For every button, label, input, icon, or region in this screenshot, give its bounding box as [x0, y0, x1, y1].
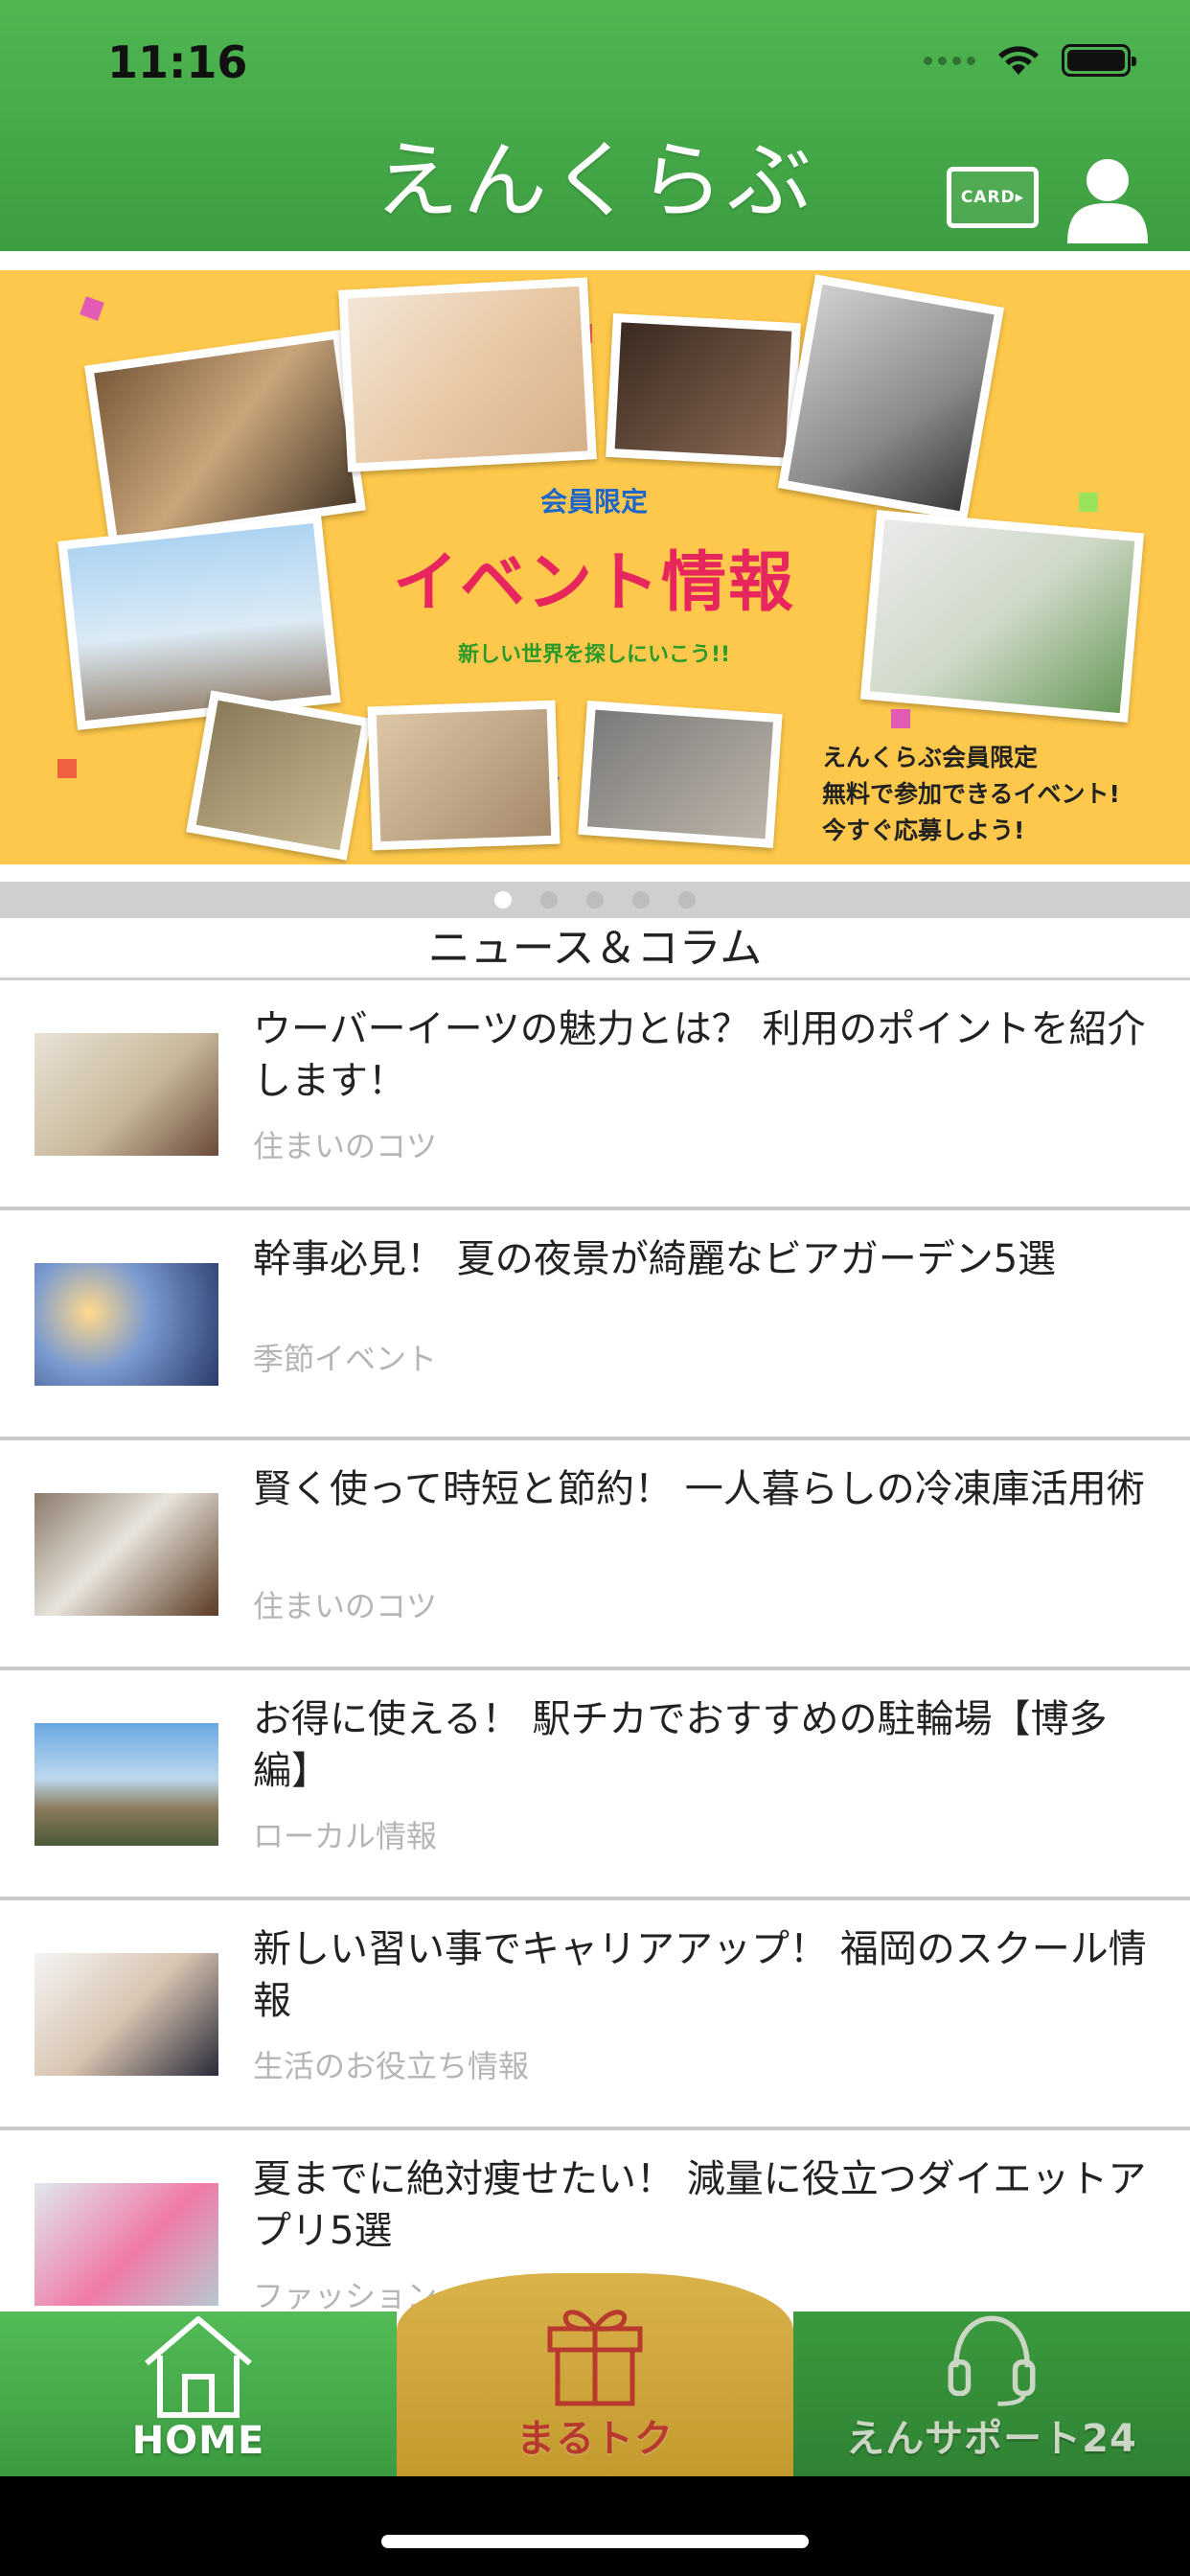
gift-icon: [547, 2310, 643, 2406]
news-item[interactable]: お得に使える！ 駅チカでおすすめの駐輪場【博多編】 ローカル情報: [0, 1670, 1190, 1900]
page-dot[interactable]: [540, 891, 558, 908]
battery-icon: [1062, 44, 1136, 77]
page-dot[interactable]: [586, 891, 604, 908]
page-dot[interactable]: [632, 891, 650, 908]
user-profile-icon[interactable]: [1062, 151, 1154, 243]
tab-marutoku-label: まるトク: [516, 2417, 674, 2461]
wifi-icon: [998, 46, 1039, 75]
banner-photo-yoga: [367, 700, 561, 851]
news-category: 季節イベント: [253, 1341, 438, 1377]
news-list: ウーバーイーツの魅力とは？ 利用のポイントを紹介します！ 住まいのコツ 幹事必見…: [0, 980, 1190, 2360]
banner-note-line: えんくらぶ会員限定: [822, 744, 1039, 771]
status-indicators: [924, 44, 1136, 77]
banner-sub: 会員限定: [539, 486, 648, 518]
banner-photo-woman-tea: [338, 277, 597, 472]
banner-photo-cafe: [84, 330, 366, 546]
tab-support-label: えんサポート24: [846, 2417, 1137, 2461]
news-title: 夏までに絶対痩せたい！ 減量に役立つダイエットアプリ5選: [253, 2157, 1147, 2253]
banner-tagline: 新しい世界を探しにいこう!!: [457, 643, 731, 667]
news-thumbnail: [34, 1953, 218, 2076]
news-title: 賢く使って時短と節約！ 一人暮らしの冷凍庫活用術: [253, 1467, 1145, 1511]
banner-note: えんくらぶ会員限定 無料で参加できるイベント! 今すぐ応募しよう!: [822, 740, 1186, 849]
tab-home[interactable]: HOME: [0, 2312, 397, 2476]
tab-home-label: HOME: [131, 2419, 265, 2463]
status-time: 11:16: [107, 36, 248, 88]
news-category: ローカル情報: [253, 1818, 438, 1854]
news-item[interactable]: 賢く使って時短と節約！ 一人暮らしの冷凍庫活用術 住まいのコツ: [0, 1440, 1190, 1670]
news-thumbnail: [34, 1723, 218, 1846]
app-header: 11:16 えんくらぶ CARD▸: [0, 0, 1190, 251]
page-dot[interactable]: [678, 891, 696, 908]
member-card-button[interactable]: CARD▸: [947, 167, 1039, 228]
system-bottom-area: [0, 2476, 1190, 2576]
news-thumbnail: [34, 2183, 218, 2306]
news-title: 幹事必見！ 夏の夜景が綺麗なビアガーデン5選: [253, 1237, 1057, 1281]
banner-photo-photographer: [57, 514, 341, 730]
page-dot[interactable]: [494, 891, 512, 908]
confetti-decoration: [1079, 493, 1098, 512]
section-title: ニュース＆コラム: [427, 924, 763, 973]
news-category: 住まいのコツ: [253, 1128, 438, 1164]
banner-main-title: イベント情報: [392, 545, 795, 621]
banner-note-line: 無料で参加できるイベント!: [822, 780, 1120, 808]
news-category: 住まいのコツ: [253, 1588, 438, 1624]
tab-bar: HOME まるトク えんサポート24: [0, 2273, 1190, 2476]
home-indicator[interactable]: [381, 2535, 809, 2548]
event-banner[interactable]: 会員限定 イベント情報 新しい世界を探しにいこう!! えんくらぶ会員限定 無料で…: [0, 270, 1190, 864]
news-title: ウーバーイーツの魅力とは？ 利用のポイントを紹介します！: [253, 1007, 1146, 1103]
banner-photo-cooking: [578, 701, 783, 848]
tab-support[interactable]: えんサポート24: [793, 2312, 1190, 2476]
banner-page-indicator[interactable]: [0, 882, 1190, 918]
banner-photo-craft: [606, 312, 801, 468]
banner-photo-woman-strawberry: [859, 510, 1145, 723]
tab-marutoku[interactable]: まるトク: [397, 2273, 793, 2476]
news-category: 生活のお役立ち情報: [253, 2048, 530, 2084]
banner-note-line: 今すぐ応募しよう!: [822, 816, 1025, 844]
news-thumbnail: [34, 1033, 218, 1156]
news-item[interactable]: 新しい習い事でキャリアアップ！ 福岡のスクール情報 生活のお役立ち情報: [0, 1900, 1190, 2130]
banner-headline: 会員限定 イベント情報 新しい世界を探しにいこう!!: [355, 481, 834, 702]
cellular-signal-icon: [924, 56, 975, 65]
card-label: CARD▸: [960, 188, 1025, 207]
news-item[interactable]: 幹事必見！ 夏の夜景が綺麗なビアガーデン5選 季節イベント: [0, 1210, 1190, 1440]
banner-photo-climbing: [186, 690, 372, 861]
news-thumbnail: [34, 1493, 218, 1616]
news-title: お得に使える！ 駅チカでおすすめの駐輪場【博多編】: [253, 1697, 1108, 1793]
confetti-decoration: [891, 709, 910, 728]
news-thumbnail: [34, 1263, 218, 1386]
news-item[interactable]: ウーバーイーツの魅力とは？ 利用のポイントを紹介します！ 住まいのコツ: [0, 980, 1190, 1210]
confetti-decoration: [80, 296, 104, 321]
headset-icon: [948, 2315, 1036, 2406]
confetti-decoration: [57, 759, 77, 778]
home-icon: [145, 2316, 252, 2418]
news-title: 新しい習い事でキャリアアップ！ 福岡のスクール情報: [253, 1927, 1147, 2023]
